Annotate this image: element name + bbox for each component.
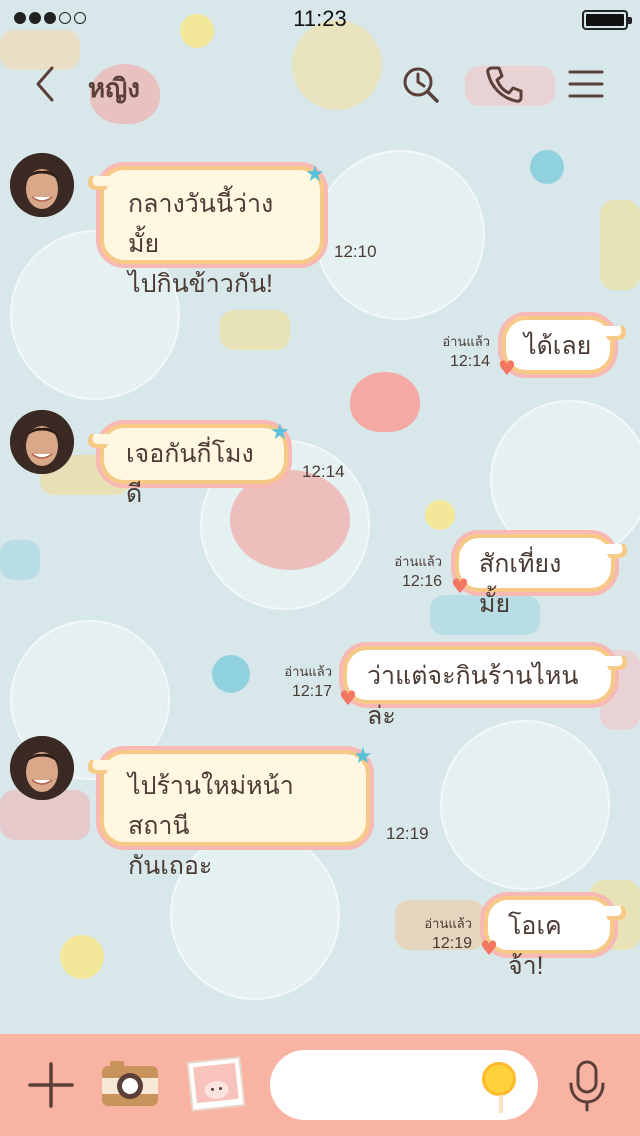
read-receipt: อ่านแล้ว (394, 554, 442, 569)
avatar-photo-icon (10, 736, 74, 800)
lollipop-icon[interactable] (482, 1062, 516, 1113)
add-button[interactable] (28, 1062, 74, 1108)
photo-icon (186, 1056, 246, 1112)
phone-icon (486, 66, 523, 103)
microphone-icon (569, 1060, 605, 1112)
heart-decoration-icon: ♥ (451, 574, 469, 598)
star-decoration-icon: ★ (270, 420, 290, 445)
message-time: 12:19 (386, 824, 429, 843)
message-time: 12:16 (401, 573, 442, 590)
menu-button[interactable] (566, 64, 606, 104)
contact-avatar[interactable] (10, 410, 74, 474)
read-receipt: อ่านแล้ว (424, 916, 472, 931)
battery-icon (582, 10, 632, 30)
message-bubble-incoming[interactable]: เจอกันกี่โมงดี (81, 424, 288, 508)
message-time: 12:19 (431, 935, 472, 952)
message-text-line: เจอกันกี่โมงดี (126, 440, 254, 508)
status-bar: 11:23 (0, 0, 640, 40)
read-receipt: อ่านแล้ว (442, 334, 490, 349)
message-text: โอเคจ้า! (508, 912, 562, 980)
message-text-line: กลางวันนี้ว่างมั้ย (128, 190, 274, 258)
read-receipt: อ่านแล้ว (284, 664, 332, 679)
message-input[interactable] (270, 1050, 538, 1120)
menu-icon (568, 70, 604, 98)
message-time: 12:10 (334, 242, 377, 261)
voice-button[interactable] (566, 1060, 608, 1112)
camera-icon (102, 1061, 158, 1106)
message-bubble-incoming[interactable]: ไปร้านใหม่หน้าสถานี กันเถอะ (81, 750, 370, 880)
star-decoration-icon: ★ (305, 162, 325, 187)
contact-avatar[interactable] (10, 153, 74, 217)
plus-icon (28, 1062, 74, 1108)
message-bubble-incoming[interactable]: กลางวันนี้ว่างมั้ย ไปกินข้าวกัน! (81, 166, 324, 298)
message-bubble-outgoing[interactable]: ว่าแต่จะกินร้านไหนล่ะ (343, 646, 634, 730)
gallery-button[interactable] (186, 1056, 246, 1112)
contact-name[interactable]: หญิง (88, 68, 140, 109)
back-button[interactable] (28, 64, 68, 104)
chevron-left-icon (36, 66, 54, 102)
message-time: 12:14 (449, 353, 490, 370)
heart-decoration-icon: ♥ (480, 936, 498, 960)
message-text: สักเที่ยงมั้ย (479, 550, 562, 618)
chat-header: หญิง (0, 52, 640, 116)
star-decoration-icon: ★ (353, 744, 373, 769)
call-button[interactable] (484, 64, 524, 104)
message-bubble-outgoing[interactable]: สักเที่ยงมั้ย (455, 534, 634, 618)
search-button[interactable] (400, 64, 440, 104)
heart-decoration-icon: ♥ (498, 356, 516, 380)
message-text-line: ไปร้านใหม่หน้าสถานี (128, 772, 294, 840)
message-time: 12:17 (291, 683, 332, 700)
message-text-line: กันเถอะ (128, 852, 213, 880)
avatar-photo-icon (10, 153, 74, 217)
message-time: 12:14 (302, 462, 345, 481)
heart-decoration-icon: ♥ (339, 686, 357, 710)
contact-avatar[interactable] (10, 736, 74, 800)
avatar-photo-icon (10, 410, 74, 474)
message-input-bar (0, 1034, 640, 1136)
message-text-line: ไปกินข้าวกัน! (128, 270, 274, 298)
camera-button[interactable] (100, 1058, 160, 1110)
status-time: 11:23 (293, 6, 347, 31)
message-text: ว่าแต่จะกินร้านไหนล่ะ (367, 662, 579, 730)
message-text: ได้เลย (524, 332, 592, 360)
search-icon (403, 67, 439, 103)
message-bubble-outgoing[interactable]: ได้เลย (502, 316, 633, 374)
message-bubble-outgoing[interactable]: โอเคจ้า! (484, 896, 633, 980)
